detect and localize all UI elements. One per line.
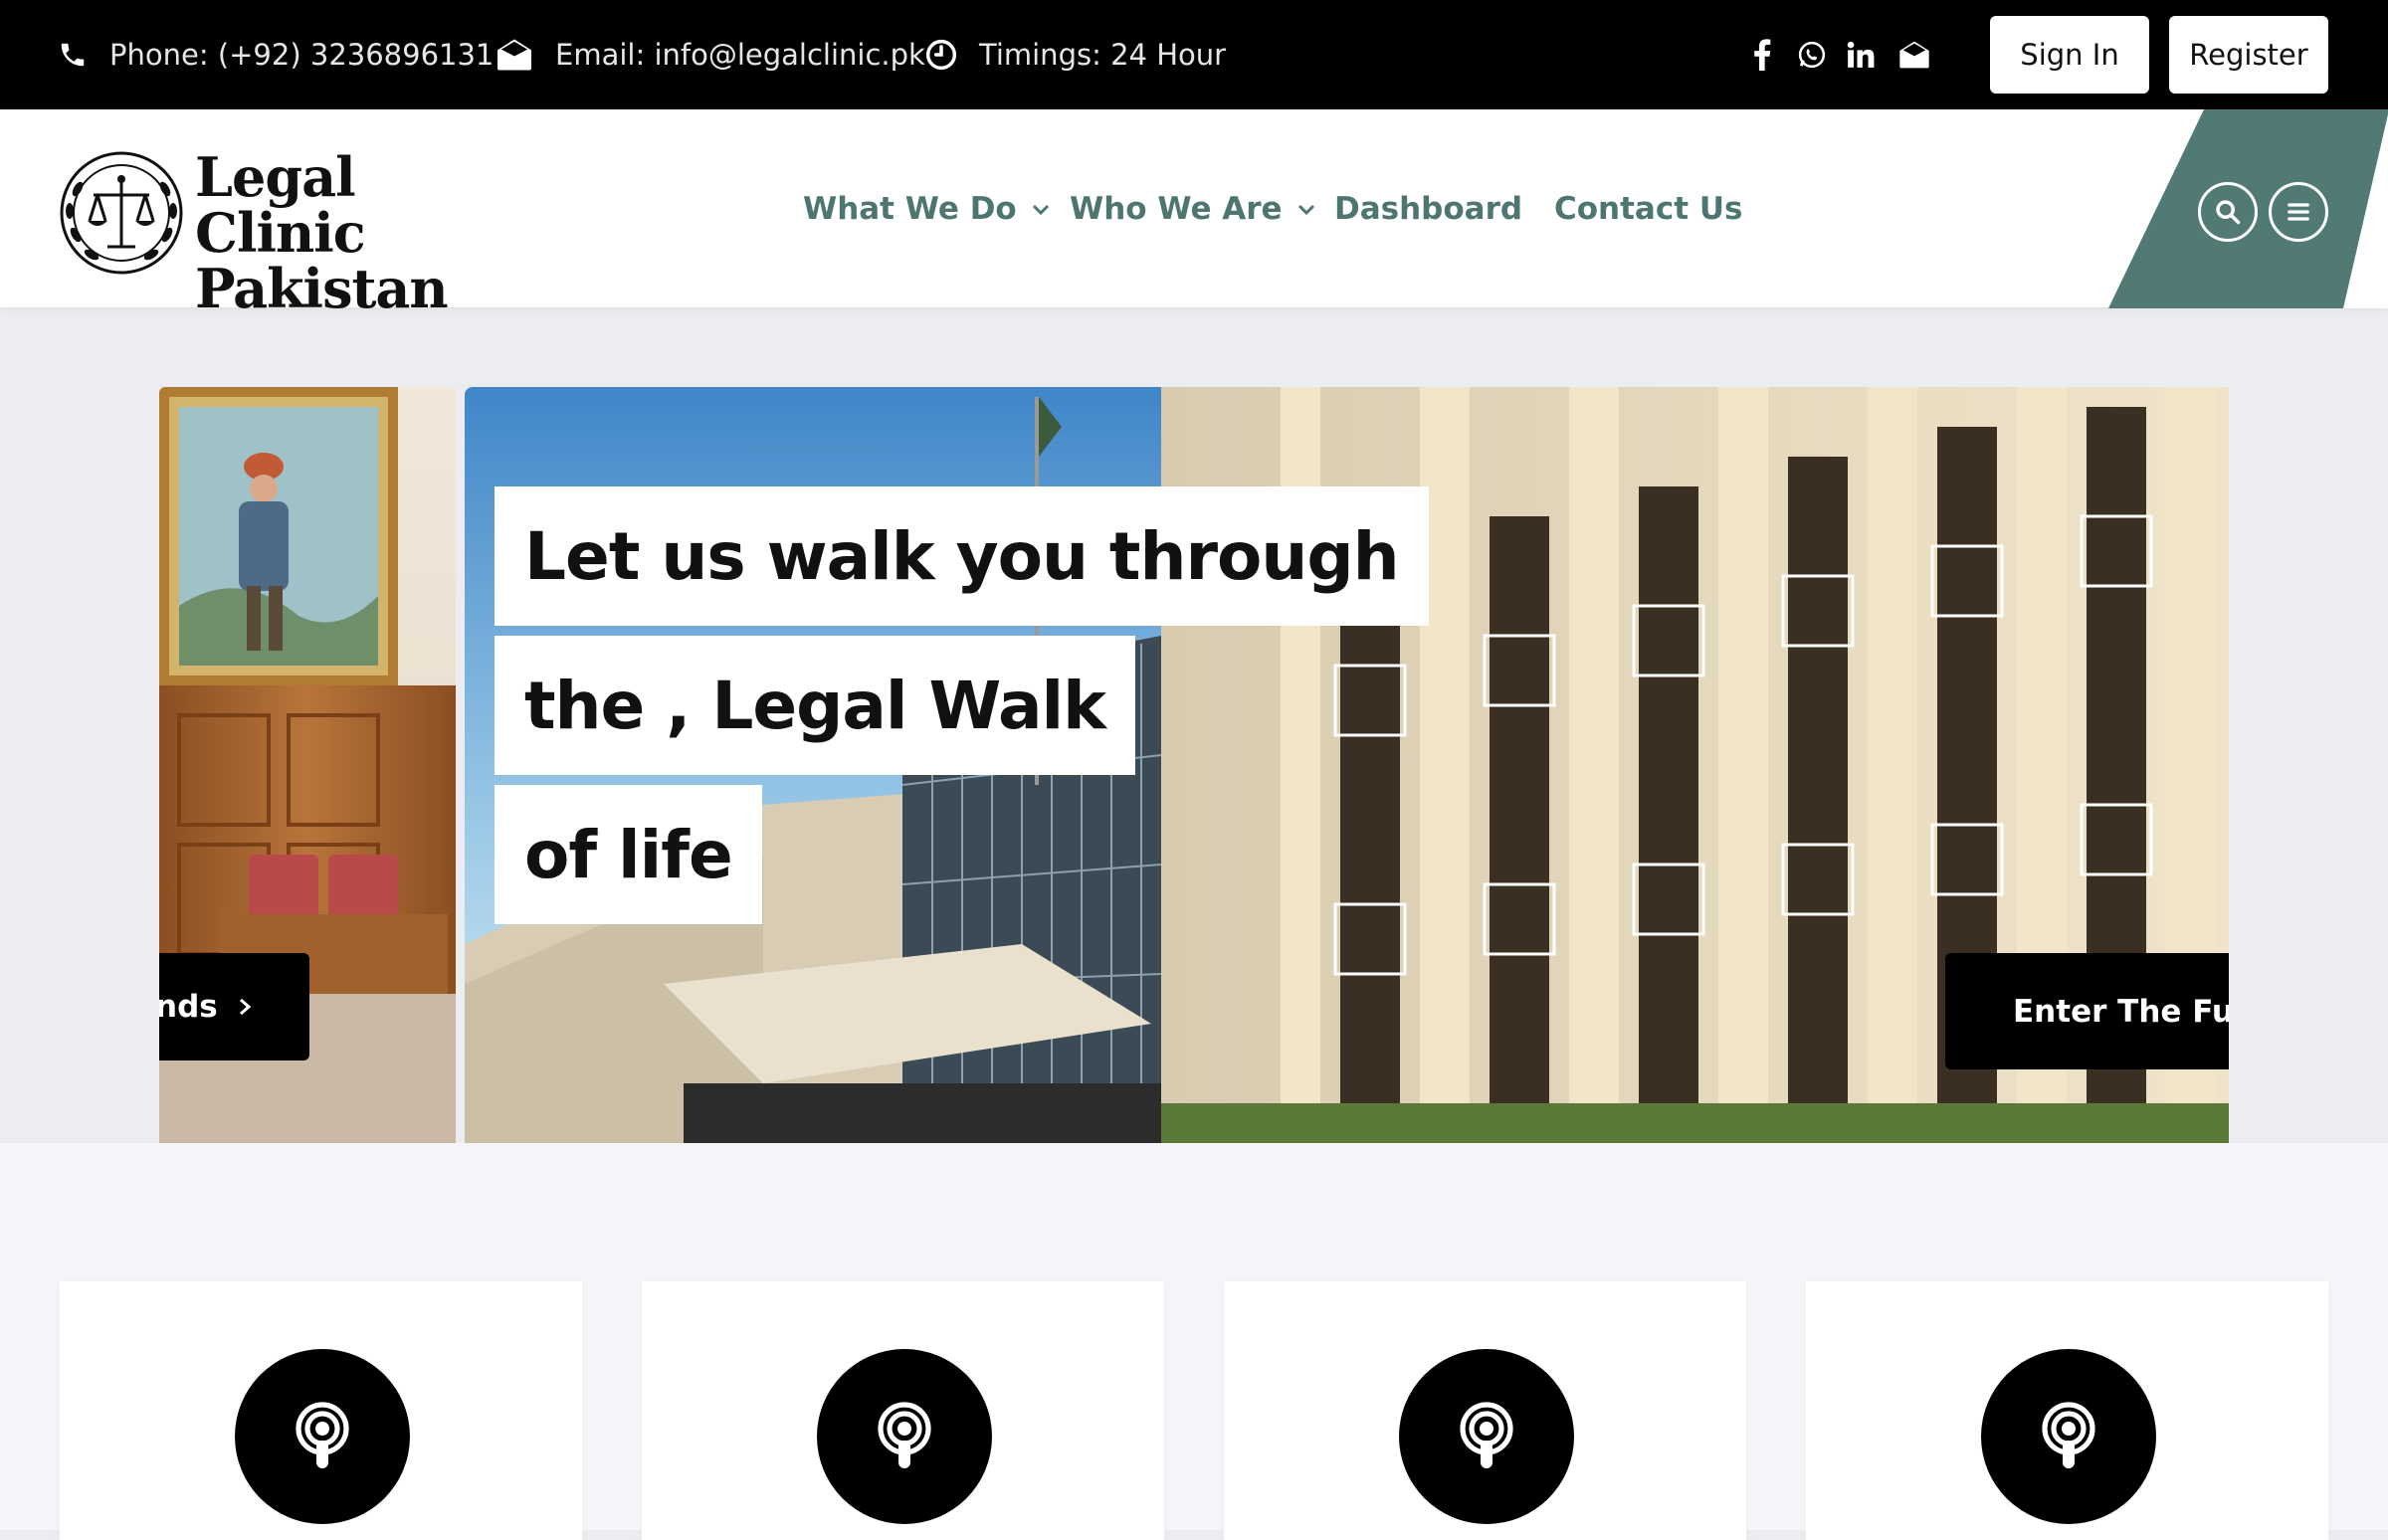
nav-what-we-do-label: What We Do xyxy=(803,190,1017,227)
search-button[interactable] xyxy=(2198,182,2258,242)
hamburger-menu-icon xyxy=(2288,203,2309,221)
chevron-down-icon xyxy=(1032,204,1049,215)
nav-what-we-do[interactable]: What We Do xyxy=(803,109,1051,307)
service-card-icon xyxy=(1981,1349,2156,1524)
podcast-icon xyxy=(2042,1402,2095,1468)
service-card-icon xyxy=(817,1349,992,1524)
logo-text: Legal Clinic Pakistan xyxy=(195,149,505,316)
register-button[interactable]: Register xyxy=(2169,16,2328,94)
email-text: Email: info@legalclinic.pk xyxy=(555,38,925,72)
service-card[interactable] xyxy=(1806,1281,2328,1540)
whatsapp-icon[interactable] xyxy=(1797,40,1827,70)
hero-next-cta-label: Enter The Futur xyxy=(2013,993,2229,1030)
hero-prev-cta-label: nds xyxy=(159,989,218,1025)
podcast-icon xyxy=(296,1402,349,1468)
menu-button[interactable] xyxy=(2269,182,2328,242)
nav-who-we-are[interactable]: Who We Are xyxy=(1070,109,1316,307)
logo-line-1: Legal Clinic xyxy=(195,145,366,265)
service-card-icon xyxy=(235,1349,410,1524)
podcast-icon xyxy=(1460,1402,1513,1468)
email-info[interactable]: Email: info@legalclinic.pk xyxy=(496,0,925,109)
envelope-open-icon xyxy=(498,39,531,71)
nav-who-we-are-label: Who We Are xyxy=(1070,190,1283,227)
service-card[interactable] xyxy=(60,1281,582,1540)
hero-headline-line-1: Let us walk you through xyxy=(495,486,1429,626)
service-card[interactable] xyxy=(1224,1281,1746,1540)
clock-icon xyxy=(925,39,957,71)
phone-info[interactable]: Phone: (+92) 3236896131 xyxy=(58,0,494,109)
chevron-right-icon xyxy=(239,998,251,1016)
social-links xyxy=(1751,0,1930,109)
nav-contact-us[interactable]: Contact Us xyxy=(1554,109,1742,307)
main-header: Legal Clinic Pakistan What We Do Who We … xyxy=(0,109,2388,316)
scales-of-justice-emblem-icon xyxy=(60,151,183,275)
chevron-down-icon xyxy=(1297,204,1314,215)
service-card-icon xyxy=(1399,1349,1574,1524)
search-icon xyxy=(2216,200,2241,225)
sign-in-button[interactable]: Sign In xyxy=(1990,16,2149,94)
logo-line-2: Pakistan xyxy=(195,257,449,320)
hero-prev-cta-button[interactable]: nds xyxy=(159,953,309,1060)
service-card[interactable] xyxy=(642,1281,1164,1540)
timings-text: Timings: 24 Hour xyxy=(979,38,1227,72)
nav-dashboard-label: Dashboard xyxy=(1334,190,1523,227)
hero-next-cta-button[interactable]: Enter The Futur xyxy=(1945,953,2229,1069)
hero-headline-line-2: the , Legal Walk xyxy=(495,636,1136,775)
hero-headline-line-3: of life xyxy=(495,785,762,924)
top-bar: Phone: (+92) 3236896131 Email: info@lega… xyxy=(0,0,2388,109)
nav-dashboard[interactable]: Dashboard xyxy=(1334,109,1522,307)
podcast-icon xyxy=(878,1402,931,1468)
phone-icon xyxy=(61,43,85,67)
linkedin-icon[interactable] xyxy=(1847,41,1875,69)
envelope-icon[interactable] xyxy=(1898,40,1930,70)
timings-info: Timings: 24 Hour xyxy=(925,0,1226,109)
nav-contact-us-label: Contact Us xyxy=(1554,190,1743,227)
phone-text: Phone: (+92) 3236896131 xyxy=(109,38,495,72)
facebook-icon[interactable] xyxy=(1751,39,1773,71)
site-logo[interactable]: Legal Clinic Pakistan xyxy=(58,149,505,316)
